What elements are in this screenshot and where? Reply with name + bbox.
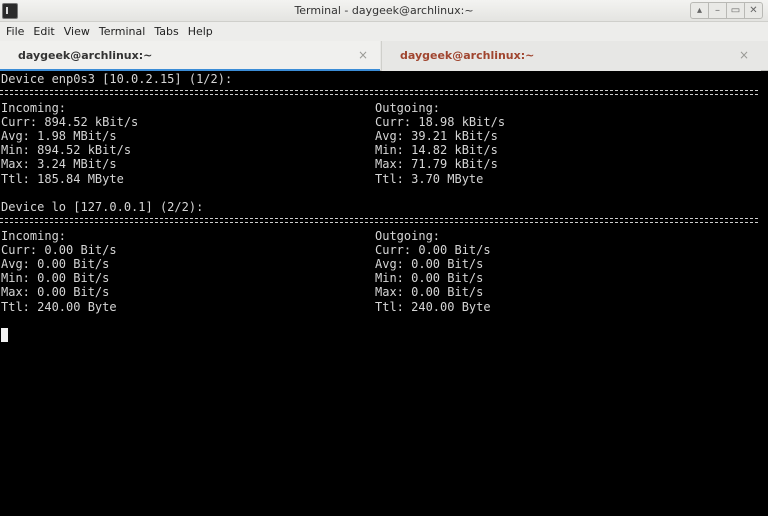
separator-line: [0, 218, 758, 223]
device-1-out-ttl: Ttl: 3.70 MByte: [375, 172, 484, 186]
tab-bar: daygeek@archlinux:~ × daygeek@archlinux:…: [0, 41, 768, 71]
device-1-header: Device enp0s3 [10.0.2.15] (1/2):: [1, 72, 233, 86]
terminal-scrollbar[interactable]: [758, 71, 768, 516]
tab-1[interactable]: daygeek@archlinux:~ ×: [0, 41, 380, 71]
device-1-outgoing-title: Outgoing:: [375, 101, 441, 115]
device-1-in-avg: Avg: 1.98 MBit/s: [1, 129, 117, 143]
device-2-out-ttl: Ttl: 240.00 Byte: [375, 300, 491, 314]
menu-view[interactable]: View: [61, 25, 96, 38]
device-2-in-min: Min: 0.00 Bit/s: [1, 271, 110, 285]
menubar: File Edit View Terminal Tabs Help: [0, 22, 768, 41]
terminal-cursor: [1, 328, 8, 342]
device-1-out-curr: Curr: 18.98 kBit/s: [375, 115, 506, 129]
device-2-out-max: Max: 0.00 Bit/s: [375, 285, 484, 299]
device-2-incoming-title: Incoming:: [1, 229, 67, 243]
menu-edit[interactable]: Edit: [30, 25, 60, 38]
terminal-output[interactable]: Device enp0s3 [10.0.2.15] (1/2): Incomin…: [0, 71, 768, 516]
device-1-incoming-title: Incoming:: [1, 101, 67, 115]
minimize-button[interactable]: –: [708, 2, 727, 19]
device-2-out-curr: Curr: 0.00 Bit/s: [375, 243, 491, 257]
device-1-out-avg: Avg: 39.21 kBit/s: [375, 129, 498, 143]
device-2-in-max: Max: 0.00 Bit/s: [1, 285, 110, 299]
close-window-button[interactable]: ✕: [744, 2, 763, 19]
device-2-in-ttl: Ttl: 240.00 Byte: [1, 300, 117, 314]
tab-1-label: daygeek@archlinux:~: [18, 49, 153, 62]
menu-help[interactable]: Help: [185, 25, 219, 38]
tab-1-close-icon[interactable]: ×: [358, 48, 368, 62]
device-2-header: Device lo [127.0.0.1] (2/2):: [1, 200, 204, 214]
device-2-in-avg: Avg: 0.00 Bit/s: [1, 257, 110, 271]
separator-line: [0, 90, 758, 95]
tab-2-label: daygeek@archlinux:~: [400, 49, 535, 62]
device-1-in-ttl: Ttl: 185.84 MByte: [1, 172, 124, 186]
device-1-in-min: Min: 894.52 kBit/s: [1, 143, 132, 157]
device-1-in-curr: Curr: 894.52 kBit/s: [1, 115, 139, 129]
shade-up-button[interactable]: ▴: [690, 2, 709, 19]
menu-tabs[interactable]: Tabs: [151, 25, 184, 38]
device-2-out-avg: Avg: 0.00 Bit/s: [375, 257, 484, 271]
device-1-in-max: Max: 3.24 MBit/s: [1, 157, 117, 171]
device-2-in-curr: Curr: 0.00 Bit/s: [1, 243, 117, 257]
menu-terminal[interactable]: Terminal: [96, 25, 152, 38]
window-title: Terminal - daygeek@archlinux:~: [294, 4, 474, 17]
tab-2-close-icon[interactable]: ×: [739, 48, 749, 62]
window-controls: ▴ – ▭ ✕: [690, 2, 763, 19]
window-titlebar[interactable]: Terminal - daygeek@archlinux:~ ▴ – ▭ ✕: [0, 0, 768, 22]
device-1-out-min: Min: 14.82 kBit/s: [375, 143, 498, 157]
device-2-out-min: Min: 0.00 Bit/s: [375, 271, 484, 285]
maximize-button[interactable]: ▭: [726, 2, 745, 19]
device-1-out-max: Max: 71.79 kBit/s: [375, 157, 498, 171]
device-2-outgoing-title: Outgoing:: [375, 229, 441, 243]
tab-2[interactable]: daygeek@archlinux:~ ×: [381, 41, 761, 71]
menu-file[interactable]: File: [3, 25, 30, 38]
